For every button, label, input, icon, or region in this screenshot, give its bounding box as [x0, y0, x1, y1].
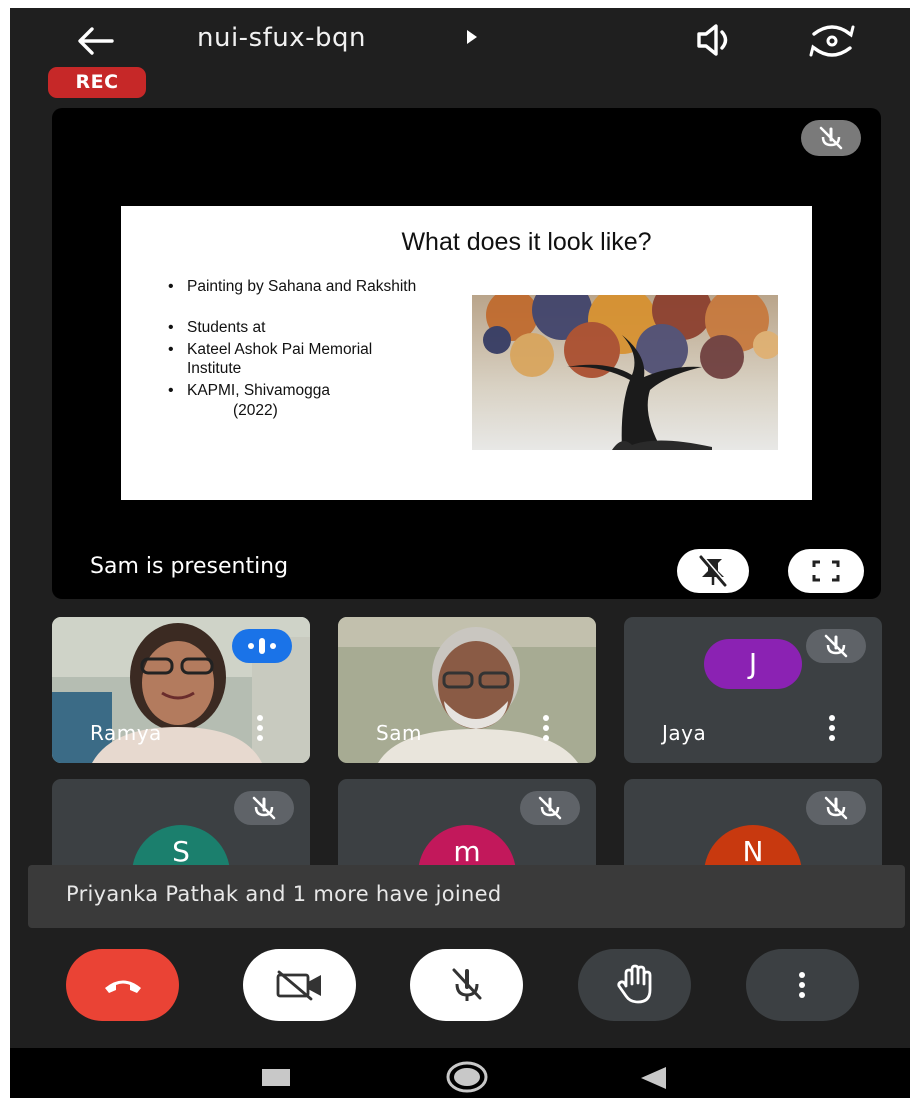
mic-off-icon: [452, 968, 482, 1001]
camera-toggle-button[interactable]: [243, 949, 356, 1021]
raise-hand-button[interactable]: [578, 949, 691, 1021]
mic-off-icon: [234, 791, 294, 825]
mic-off-icon: [520, 791, 580, 825]
slide-bullet: Students at: [160, 318, 477, 337]
avatar: J: [704, 639, 802, 689]
mic-off-icon: [806, 629, 866, 663]
participant-tile[interactable]: J Jaya: [624, 617, 882, 763]
more-vert-icon[interactable]: [542, 715, 550, 741]
recording-badge: REC: [48, 67, 146, 98]
meeting-screen: nui-sfux-bqn REC What does it look like?…: [10, 8, 910, 1098]
more-vert-icon: [799, 972, 805, 998]
slide-bullet-continuation: (2022): [233, 402, 278, 419]
notification-text: Priyanka Pathak and 1 more have joined: [66, 882, 502, 906]
presentation-stage[interactable]: What does it look like? Painting by Saha…: [52, 108, 881, 599]
system-navigation-bar: [10, 1048, 910, 1098]
more-vert-icon[interactable]: [256, 715, 264, 741]
speaking-indicator-icon: [232, 629, 292, 663]
more-vert-icon[interactable]: [828, 715, 836, 741]
mic-off-icon: [801, 120, 861, 156]
arrow-left-icon[interactable]: [72, 18, 118, 64]
hand-icon: [617, 964, 652, 1004]
participant-name: Sam: [376, 721, 422, 745]
meeting-code[interactable]: nui-sfux-bqn: [197, 20, 366, 56]
speaker-icon[interactable]: [694, 20, 738, 60]
fullscreen-button[interactable]: [788, 549, 864, 593]
video-off-icon: [276, 970, 321, 1001]
participant-name: Ramya: [90, 721, 162, 745]
slide-bullet: Painting by Sahana and Rakshith: [160, 277, 487, 296]
recents-button[interactable]: [262, 1069, 290, 1086]
back-nav-button[interactable]: [638, 1063, 668, 1093]
microphone-toggle-button[interactable]: [410, 949, 523, 1021]
unpin-button[interactable]: [677, 549, 749, 593]
presentation-slide: What does it look like? Painting by Saha…: [121, 206, 812, 500]
home-button[interactable]: [444, 1060, 490, 1094]
tree-painting-image: [472, 295, 778, 450]
slide-bullet: KAPMI, Shivamogga: [160, 381, 477, 400]
caret-right-icon[interactable]: [465, 28, 479, 46]
phone-hangup-icon: [105, 980, 141, 993]
slide-title: What does it look like?: [401, 228, 652, 256]
end-call-button[interactable]: [66, 949, 179, 1021]
camera-switch-icon[interactable]: [806, 18, 858, 64]
more-options-button[interactable]: [746, 949, 859, 1021]
presenter-label: Sam is presenting: [90, 554, 289, 579]
participant-tile[interactable]: Sam: [338, 617, 596, 763]
participant-tile[interactable]: Ramya: [52, 617, 310, 763]
mic-off-icon: [806, 791, 866, 825]
participant-name: Jaya: [662, 721, 707, 745]
join-notification: Priyanka Pathak and 1 more have joined: [28, 865, 905, 928]
slide-bullet: Kateel Ashok Pai Memorial Institute: [160, 340, 427, 378]
